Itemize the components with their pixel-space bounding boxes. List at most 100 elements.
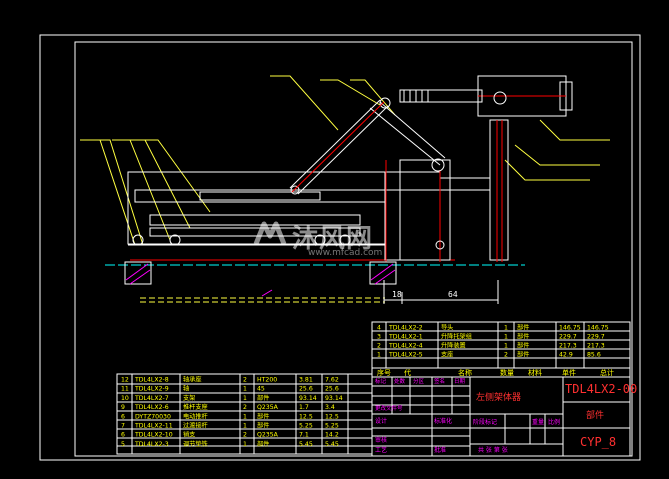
header-name: 名称	[458, 368, 472, 377]
dimension-64: 64	[448, 290, 458, 299]
cell-name: 升降装置	[441, 342, 466, 350]
label-sign: 签名	[434, 377, 445, 385]
cell-qty: 1	[504, 343, 508, 350]
cell-mat: 部件	[257, 440, 269, 448]
cell-code: TDL4LX2-10	[134, 432, 173, 439]
cell-code: TDL4LX2-3	[134, 441, 169, 448]
cell-name: 支架	[183, 394, 195, 402]
label-check: 审核	[375, 436, 387, 444]
title-doc-code: CYP_8	[580, 435, 616, 449]
header-qty: 数量	[500, 368, 514, 377]
cell-code: TDL4LX2-8	[134, 377, 169, 384]
cell-name: 导头	[441, 324, 453, 332]
cell-code: TDL4LX2-6	[134, 404, 169, 411]
title-type-label: 部件	[586, 409, 604, 421]
cell-no: 4	[377, 325, 381, 332]
label-std: 标准化	[434, 417, 452, 425]
inclined-push-rod	[289, 97, 446, 195]
cell-no: 1	[377, 352, 381, 359]
cell-code: DYTZ70030	[135, 413, 171, 420]
cell-no: 7	[121, 423, 125, 430]
cell-no: 6	[121, 413, 125, 420]
cell-code: TDL4LX2-5	[388, 352, 423, 359]
cell-name: 销支	[183, 431, 195, 439]
label-approve: 批准	[434, 446, 446, 454]
cell-no: 10	[121, 395, 129, 402]
cell-no: 2	[377, 343, 381, 350]
cell-w1: 5.25	[299, 423, 313, 430]
cell-mat: 部件	[257, 422, 269, 430]
cell-no: 3	[377, 334, 381, 341]
wheel-hatching	[125, 263, 396, 297]
cell-w1: 7.1	[299, 432, 309, 439]
parts-table-lower: 12 TDL4LX2-8 轴承座 2 HT200 3.81 7.6211 TDL4LX2-9 轴…	[121, 376, 343, 448]
cell-w1: 146.75	[559, 325, 581, 332]
leader-lines	[80, 75, 610, 246]
cell-w2: 14.2	[325, 432, 339, 439]
header-w1: 单件	[562, 368, 576, 377]
cell-w1: 25.6	[299, 386, 313, 393]
cell-w2: 93.14	[325, 395, 343, 402]
cell-no: 6	[121, 432, 125, 439]
header-no: 序号	[377, 368, 391, 377]
cell-mat: 部件	[517, 351, 529, 359]
cell-w2: 146.75	[587, 325, 609, 332]
cell-code: TDL4LX2-4	[388, 343, 423, 350]
cell-qty: 1	[504, 325, 508, 332]
cell-w1: 3.81	[299, 377, 313, 384]
label-weight: 重量	[532, 418, 544, 426]
label-change: 更改文件号	[375, 404, 403, 412]
label-zone: 分区	[413, 377, 425, 385]
cell-w2: 12.5	[325, 413, 339, 420]
sheet-inner-frame	[74, 41, 633, 457]
label-design: 设计	[375, 417, 387, 425]
header-code: 代	[404, 368, 411, 377]
cell-mat: HT200	[257, 377, 277, 384]
cell-code: TDL4LX2-7	[134, 395, 169, 402]
cell-name: 支座	[441, 351, 453, 359]
column-red-lines	[385, 120, 503, 262]
title-part-code: TDL4LX2-00	[565, 382, 637, 396]
cell-no: 5	[121, 441, 125, 448]
label-count: 处数	[394, 377, 406, 385]
cell-mat: 部件	[257, 412, 269, 420]
cell-w1: 217.3	[559, 343, 577, 350]
cell-qty: 1	[504, 334, 508, 341]
label-mark: 标记	[375, 377, 387, 385]
cell-name: 轴	[183, 385, 189, 393]
cell-w2: 5.45	[325, 441, 339, 448]
cell-name: 升降托架组	[441, 333, 472, 341]
cell-qty: 2	[243, 404, 247, 411]
label-sheet: 共 张 第 张	[478, 446, 508, 454]
cell-name: 调节垫铁	[183, 440, 208, 448]
cell-w2: 5.25	[325, 423, 339, 430]
cell-code: TDL4LX2-1	[388, 334, 423, 341]
cell-qty: 1	[243, 395, 247, 402]
cell-w1: 229.7	[559, 334, 577, 341]
cell-w1: 1.7	[299, 404, 309, 411]
title-part-name: 左侧架体器	[476, 391, 521, 403]
cell-qty: 2	[243, 377, 247, 384]
label-stage: 阶段标记	[473, 418, 497, 426]
cell-mat: Q235A	[257, 404, 279, 411]
cell-no: 9	[121, 404, 125, 411]
cell-w1: 42.9	[559, 352, 573, 359]
label-scale: 比例	[548, 418, 560, 426]
cell-code: TDL4LX2-11	[134, 423, 173, 430]
cell-name: 轴承座	[183, 376, 202, 384]
cell-name: 过渡接杆	[183, 422, 208, 430]
cell-qty: 2	[504, 352, 508, 359]
cell-qty: 1	[243, 413, 247, 420]
cell-w2: 25.6	[325, 386, 339, 393]
cell-name: 电动推杆	[183, 412, 208, 420]
cell-code: TDL4LX2-2	[388, 325, 423, 332]
cad-drawing-sheet: 18 64 4 TDL4LX2-2 导头 1 部件 146.75 146.75 3 TDL4LX…	[39, 34, 641, 461]
parts-table-upper: 4 TDL4LX2-2 导头 1 部件 146.75 146.75 3 TDL4LX2-1 升降托…	[377, 324, 609, 359]
cell-qty: 1	[243, 423, 247, 430]
cell-w2: 217.3	[587, 343, 605, 350]
cell-mat: Q235A	[257, 432, 279, 439]
cell-no: 12	[121, 377, 129, 384]
header-mat: 材料	[528, 368, 542, 377]
support-column	[384, 119, 509, 261]
cell-w2: 85.6	[587, 352, 601, 359]
